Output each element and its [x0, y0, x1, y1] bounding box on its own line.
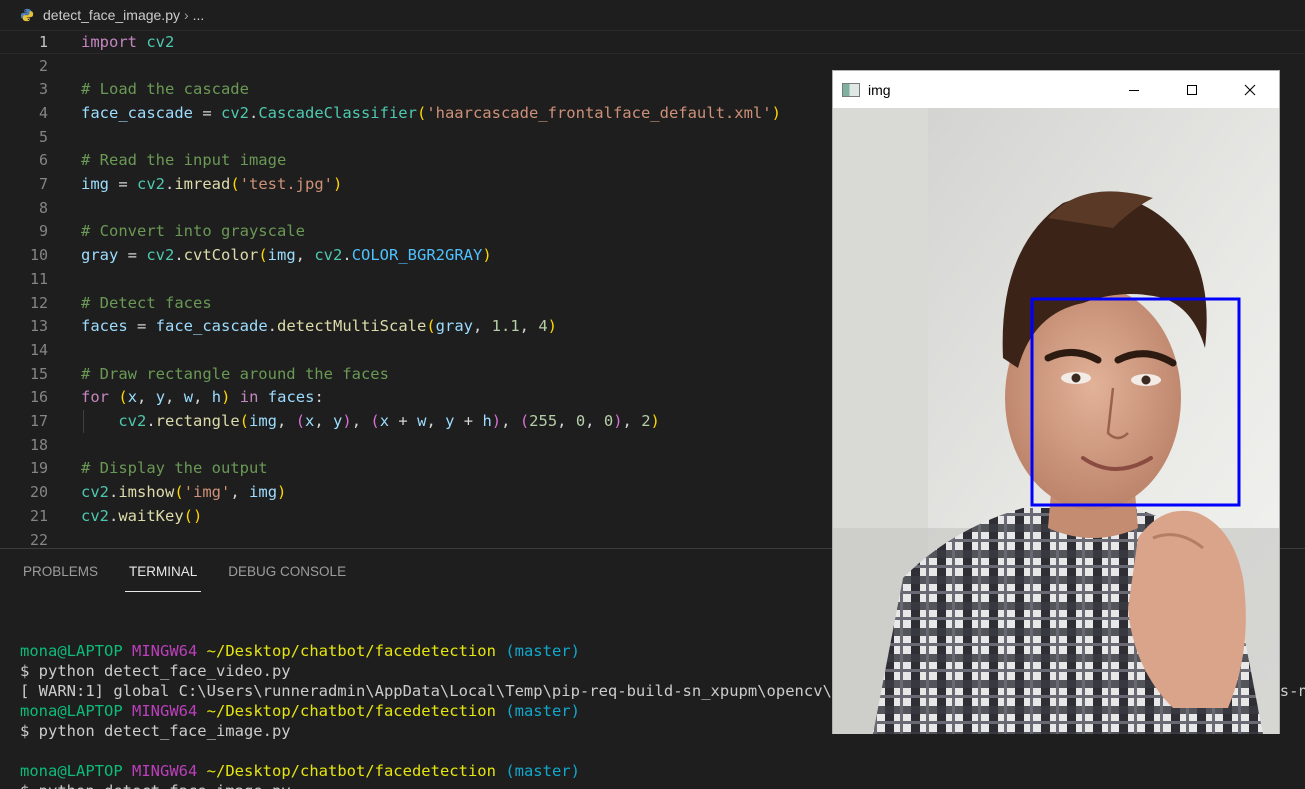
code-text: # Detect faces	[81, 293, 212, 312]
tab-debug-console[interactable]: DEBUG CONSOLE	[228, 549, 346, 594]
chevron-right-icon: ›	[183, 7, 189, 23]
code-text: # Read the input image	[81, 151, 287, 170]
code-text: gray = cv2.cvtColor(img, cv2.COLOR_BGR2G…	[81, 246, 492, 265]
terminal-line: $ python detect_face_image.py	[20, 781, 1305, 789]
maximize-icon	[1187, 84, 1197, 95]
line-number: 22	[29, 530, 48, 549]
line-number: 16	[29, 388, 48, 407]
code-text: # Load the cascade	[81, 80, 249, 99]
code-text: cv2.imshow('img', img)	[81, 483, 287, 502]
code-text: face_cascade = cv2.CascadeClassifier('ha…	[81, 103, 781, 122]
line-number: 14	[29, 340, 48, 359]
line-number: 3	[38, 80, 48, 99]
face-photo	[833, 108, 1279, 734]
window-titlebar[interactable]: img	[833, 71, 1279, 108]
breadcrumb: detect_face_image.py › ...	[0, 0, 1305, 30]
code-text: import cv2	[81, 32, 175, 51]
minimize-icon	[1129, 89, 1139, 91]
line-number: 8	[38, 198, 48, 217]
maximize-button[interactable]	[1163, 71, 1221, 108]
image-window[interactable]: img	[832, 70, 1280, 734]
code-text: # Display the output	[81, 459, 268, 478]
line-number: 17	[29, 412, 48, 431]
line-number: 19	[29, 459, 48, 478]
line-number: 9	[38, 222, 48, 241]
tab-terminal[interactable]: TERMINAL	[125, 549, 202, 594]
breadcrumb-more[interactable]: ...	[193, 7, 205, 23]
code-text: img = cv2.imread('test.jpg')	[81, 175, 343, 194]
line-number: 6	[38, 151, 48, 170]
close-button[interactable]	[1221, 71, 1279, 108]
line-number: 2	[38, 56, 48, 75]
breadcrumb-file[interactable]: detect_face_image.py	[43, 7, 180, 23]
line-number: 15	[29, 364, 48, 383]
close-icon	[1244, 84, 1256, 95]
python-file-icon	[20, 8, 34, 22]
line-number: 5	[38, 127, 48, 146]
line-number: 10	[29, 246, 48, 265]
code-text: cv2.rectangle(img, (x, y), (x + w, y + h…	[118, 412, 660, 431]
line-number: 20	[29, 483, 48, 502]
line-number: 12	[29, 293, 48, 312]
code-text: faces = face_cascade.detectMultiScale(gr…	[81, 317, 558, 336]
line-number: 18	[29, 435, 48, 454]
tab-problems[interactable]: PROBLEMS	[23, 549, 98, 594]
code-text: # Draw rectangle around the faces	[81, 364, 389, 383]
line-number: 13	[29, 317, 48, 336]
line-number: 4	[38, 103, 48, 122]
line-number: 21	[29, 506, 48, 525]
window-title: img	[868, 81, 891, 98]
minimize-button[interactable]	[1105, 71, 1163, 108]
code-text: cv2.waitKey()	[81, 506, 203, 525]
output-image	[833, 108, 1279, 734]
line-number: 1	[38, 32, 48, 51]
line-number: 11	[29, 269, 48, 288]
terminal-line: mona@LAPTOP MINGW64 ~/Desktop/chatbot/fa…	[20, 762, 580, 780]
code-line[interactable]: 1 import cv2	[0, 30, 1305, 54]
panel-tabs: PROBLEMS TERMINAL DEBUG CONSOLE	[0, 549, 354, 594]
code-text: # Convert into grayscale	[81, 222, 305, 241]
code-text: for (x, y, w, h) in faces:	[81, 388, 324, 407]
window-app-icon	[842, 82, 860, 97]
line-number: 7	[38, 175, 48, 194]
